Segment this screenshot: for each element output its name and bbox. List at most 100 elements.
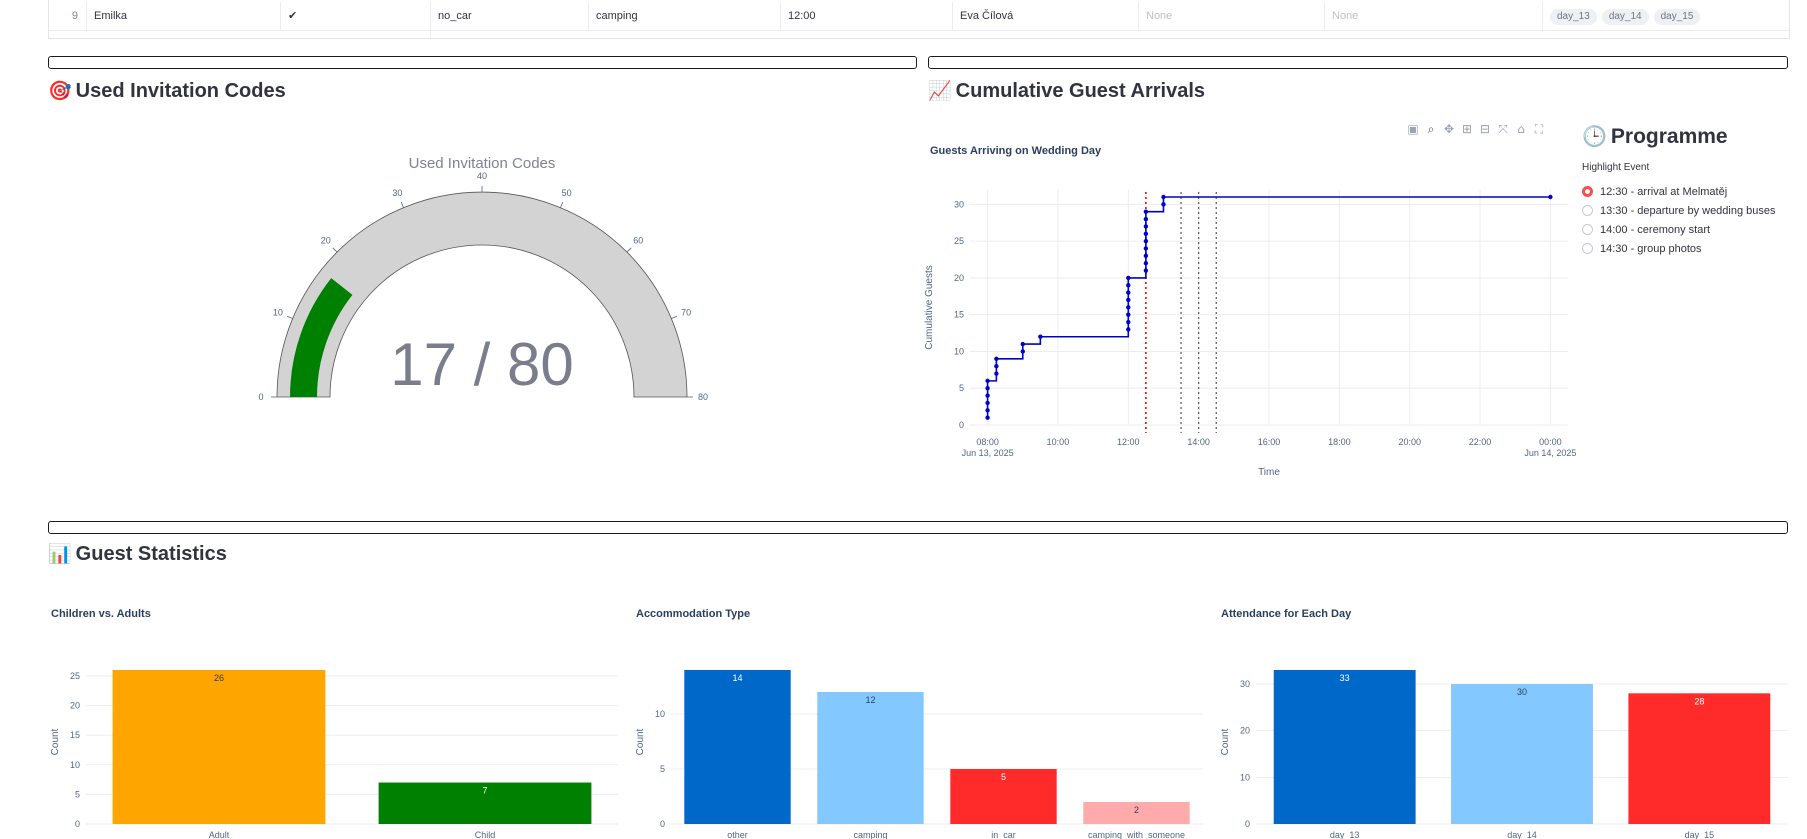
day-pill: day_13 <box>1550 9 1597 25</box>
arrival-point <box>1143 253 1149 259</box>
zoom-in-icon[interactable]: ⊞ <box>1458 122 1476 136</box>
pan-icon[interactable]: ✥ <box>1440 122 1458 136</box>
day-pill: day_15 <box>1653 9 1701 25</box>
radio-option-arrival[interactable]: 12:30 - arrival at Melmatěj <box>1582 182 1776 201</box>
bar <box>112 670 326 824</box>
radio-icon[interactable] <box>1582 205 1593 216</box>
x-tick-label: in_car <box>991 830 1016 839</box>
arrival-point <box>1126 297 1131 303</box>
x-tick-label: 10:00 <box>1047 437 1070 447</box>
x-tick-label: camping <box>853 830 887 839</box>
radio-selected-icon[interactable] <box>1582 186 1593 197</box>
zoom-out-icon[interactable]: ⊟ <box>1476 122 1494 136</box>
y-axis-title: Count <box>635 728 646 755</box>
arrival-time-cell[interactable]: 12:00 <box>781 2 953 30</box>
programme-heading: 🕒 Programme <box>1582 124 1728 148</box>
arrival-point <box>1143 268 1149 273</box>
y-tick-label: 20 <box>954 273 964 283</box>
highlight-event-radio-group[interactable]: 12:30 - arrival at Melmatěj 13:30 - depa… <box>1582 182 1776 258</box>
accommodation-title: Accommodation Type <box>636 608 751 620</box>
guest-name-cell[interactable]: Emilka <box>87 2 281 30</box>
x-tick-label: 08:00 <box>976 437 999 447</box>
radio-option-departure[interactable]: 13:30 - departure by wedding buses <box>1582 201 1776 220</box>
arrival-point <box>1143 238 1149 244</box>
empty-cell[interactable]: None <box>1325 2 1543 30</box>
x-tick-label: other <box>727 830 748 839</box>
arrival-point <box>1038 334 1043 339</box>
arrival-point <box>985 386 990 391</box>
gauge-tick-label: 0 <box>258 392 263 402</box>
accommodation-cell[interactable]: camping <box>589 2 781 30</box>
bar-value-label: 12 <box>865 695 875 705</box>
bar <box>684 670 791 824</box>
arrivals-chart-title: Guests Arriving on Wedding Day <box>930 145 1102 157</box>
arrival-point <box>1143 224 1149 229</box>
table-row[interactable]: ✘ <box>49 31 1789 39</box>
arrival-point <box>985 408 990 413</box>
empty-cell[interactable]: None <box>1139 2 1325 30</box>
fullscreen-icon[interactable]: ⛶ <box>1530 122 1548 137</box>
children-adults-chart[interactable]: 0 5 10 15 20 25 Count 26 Adult 7 Child <box>48 650 623 839</box>
x-tick-label: 16:00 <box>1258 437 1281 447</box>
accommodation-chart[interactable]: 0 5 10 Count 14 other 12 camping 5 in_car 2 camping… <box>633 650 1208 839</box>
radio-option-ceremony[interactable]: 14:00 - ceremony start <box>1582 220 1776 239</box>
x-tick-label: Adult <box>209 830 230 839</box>
guest-table[interactable]: 9 Emilka ✔ no_car camping 12:00 Eva Čílo… <box>48 0 1790 39</box>
bar <box>817 692 924 824</box>
radio-option-photos[interactable]: 14:30 - group photos <box>1582 239 1776 258</box>
x-tick-sublabel: Jun 13, 2025 <box>962 448 1014 458</box>
home-icon[interactable]: ⌂ <box>1512 122 1530 136</box>
bar-value-label: 28 <box>1694 696 1704 706</box>
radio-icon[interactable] <box>1582 243 1593 254</box>
transport-cell[interactable]: no_car <box>431 2 589 30</box>
zoom-icon[interactable]: ⌕ <box>1422 122 1440 137</box>
container-border <box>48 56 917 69</box>
arrivals-chart[interactable]: 0 5 10 15 20 25 30 08:00Jun 13, 2025 10:00 12:00 1… <box>920 170 1580 490</box>
gauge-tick-label: 50 <box>562 188 572 198</box>
x-tick-label: day_14 <box>1507 830 1537 839</box>
y-tick-label: 10 <box>70 760 80 770</box>
radio-icon[interactable] <box>1582 224 1593 235</box>
gauge-tick-label: 10 <box>273 307 283 317</box>
arrival-point <box>1126 305 1131 310</box>
arrival-point <box>994 371 999 376</box>
arrival-point <box>1126 290 1131 295</box>
days-cell[interactable]: day_13 day_14 day_15 <box>1543 2 1789 30</box>
x-tick-label: 22:00 <box>1469 437 1492 447</box>
y-tick-label: 15 <box>70 730 80 740</box>
autoscale-icon[interactable]: ⤧ <box>1494 122 1512 137</box>
gauge-tick-label: 60 <box>633 236 643 246</box>
y-axis-title: Count <box>50 728 61 755</box>
gauge-tick-label: 30 <box>392 188 402 198</box>
arrival-point <box>994 356 999 362</box>
x-tick-label: day_15 <box>1685 830 1715 839</box>
y-axis-title: Cumulative Guests <box>924 265 935 349</box>
arrival-point <box>1020 341 1025 347</box>
y-tick-label: 0 <box>660 819 665 829</box>
arrival-point <box>1143 246 1149 251</box>
y-tick-label: 30 <box>954 199 964 209</box>
gauge-tick <box>671 315 678 319</box>
contact-cell[interactable]: Eva Čílová <box>953 2 1139 30</box>
target-icon: 🎯 <box>48 80 72 102</box>
attendance-title: Attendance for Each Day <box>1221 608 1352 620</box>
chart-modebar[interactable]: ▣ ⌕ ✥ ⊞ ⊟ ⤧ ⌂ ⛶ <box>1404 122 1548 137</box>
y-tick-label: 0 <box>1245 819 1250 829</box>
attendance-chart[interactable]: 0 10 20 30 Count 33 day_13 30 day_14 28 day_15 <box>1218 650 1793 839</box>
bar-chart-icon: 📊 <box>48 543 72 565</box>
bar <box>1451 684 1593 824</box>
day-pill <box>1550 38 1581 39</box>
camera-icon[interactable]: ▣ <box>1404 122 1422 136</box>
clock-icon: 🕒 <box>1582 124 1607 148</box>
gauge-tick-label: 80 <box>698 392 708 402</box>
bar <box>1628 693 1771 824</box>
gauge-tick <box>286 315 293 319</box>
arrival-point <box>1126 312 1131 317</box>
y-tick-label: 5 <box>75 789 80 799</box>
y-tick-label: 5 <box>660 764 665 774</box>
y-axis-title: Count <box>1220 728 1231 755</box>
confirmed-cell[interactable]: ✔ <box>281 2 431 30</box>
table-row[interactable]: 9 Emilka ✔ no_car camping 12:00 Eva Čílo… <box>49 2 1789 31</box>
gauge-tick-label: 20 <box>321 236 331 246</box>
arrival-point <box>985 378 990 384</box>
